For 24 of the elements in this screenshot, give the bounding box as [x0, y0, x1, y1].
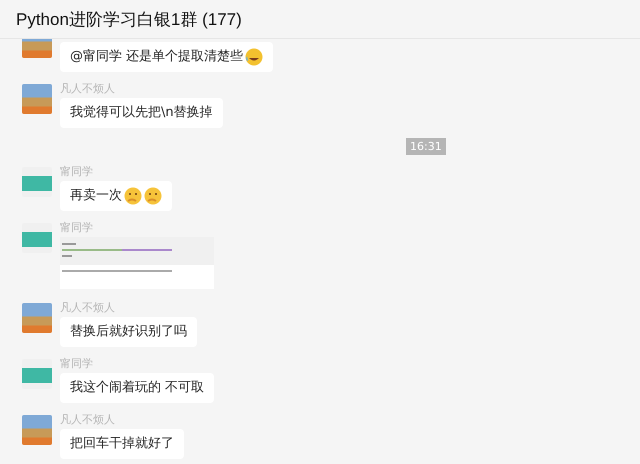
sender-name: 甯同学 [60, 165, 93, 178]
message-bubble: @甯同学 还是单个提取清楚些 [60, 42, 274, 72]
avatar-photo-placeholder[interactable] [22, 359, 52, 389]
sender-name: 凡人不烦人 [60, 301, 115, 314]
message-bubble: 我这个闹着玩的 不可取 [60, 373, 214, 403]
message-bubble: 再卖一次 [60, 181, 172, 211]
message-bubble: 把回车干掉就好了 [60, 429, 184, 459]
emoji-icon [245, 48, 264, 66]
avatar-photo-placeholder[interactable] [22, 223, 52, 253]
code-screenshot-image[interactable] [60, 237, 214, 289]
timestamp: 16:31 [406, 138, 446, 155]
sender-name: 凡人不烦人 [60, 413, 115, 426]
message-bubble: 我觉得可以先把\n替换掉 [60, 98, 223, 128]
avatar-photo-placeholder[interactable] [22, 415, 52, 445]
sender-name: 凡人不烦人 [60, 82, 115, 95]
message-bubble: 替换后就好识别了吗 [60, 317, 197, 347]
emoji-icon [124, 187, 142, 205]
avatar-photo-placeholder[interactable] [22, 84, 52, 114]
sender-name: 甯同学 [60, 221, 93, 234]
avatar-photo-placeholder[interactable] [22, 303, 52, 333]
avatar-photo-placeholder[interactable] [22, 167, 52, 197]
emoji-icon [144, 187, 162, 205]
window-title: Python进阶学习白银1群 (177) [16, 8, 242, 30]
sender-name: 甯同学 [60, 357, 93, 370]
